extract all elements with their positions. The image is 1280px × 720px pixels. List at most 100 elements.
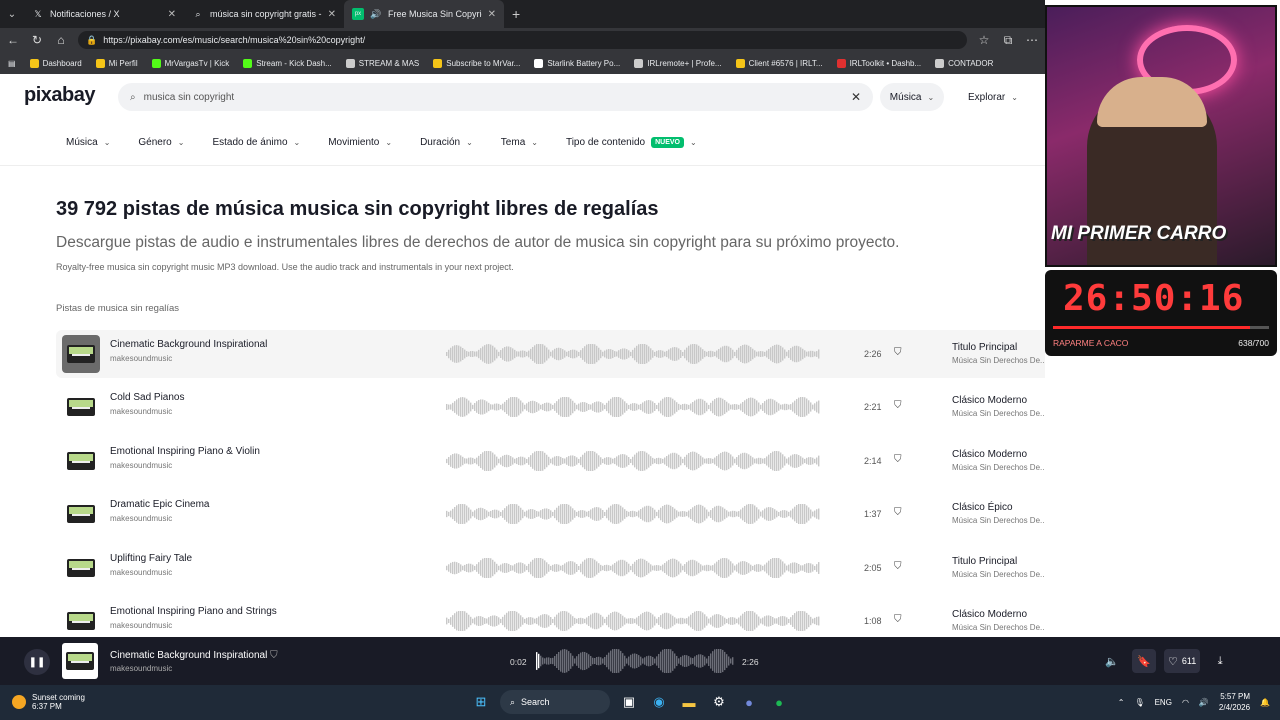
track-waveform[interactable] bbox=[446, 397, 821, 418]
track-subgenre[interactable]: Música Sin Derechos De... bbox=[952, 409, 1045, 418]
bookmark-item[interactable]: Starlink Battery Po... bbox=[534, 58, 620, 68]
track-genre[interactable]: Clásico Moderno bbox=[952, 395, 1045, 406]
bookmark-item[interactable]: CONTADOR bbox=[935, 58, 993, 68]
track-genre[interactable]: Clásico Épico bbox=[952, 502, 1045, 513]
track-title[interactable]: Emotional Inspiring Piano & Violin bbox=[110, 446, 260, 457]
track-waveform[interactable] bbox=[446, 344, 821, 364]
track-author[interactable]: makesoundmusic bbox=[110, 461, 260, 470]
pixabay-logo[interactable]: pixabay bbox=[24, 84, 95, 107]
track-genre[interactable]: Titulo Principal bbox=[952, 556, 1045, 567]
tab-list-icon[interactable]: ⌄ bbox=[0, 9, 24, 20]
track-waveform[interactable] bbox=[446, 557, 821, 578]
track-play-button[interactable] bbox=[62, 602, 100, 637]
track-row[interactable]: Emotional Inspiring Piano & Violin makeso… bbox=[56, 437, 1045, 485]
explore-menu[interactable]: Explorar ⌄ bbox=[968, 83, 1018, 111]
back-icon[interactable]: ← bbox=[6, 33, 20, 47]
bookmark-item[interactable]: Client #6576 | IRLT... bbox=[735, 58, 823, 68]
close-icon[interactable]: ✕ bbox=[168, 9, 176, 20]
url-field[interactable]: 🔒 https://pixabay.com/es/music/search/mu… bbox=[78, 31, 967, 49]
track-author[interactable]: makesoundmusic bbox=[110, 621, 277, 630]
taskbar-search[interactable]: ⌕ Search bbox=[500, 690, 610, 714]
volume-button[interactable]: 🔈 bbox=[1100, 649, 1124, 673]
track-row[interactable]: Cinematic Background Inspirational makeso… bbox=[56, 330, 1045, 378]
search-bar[interactable]: ⌕ musica sin copyright ✕ bbox=[118, 83, 873, 111]
bookmark-item[interactable]: IRLremote+ | Profe... bbox=[634, 58, 722, 68]
start-icon[interactable]: ⊞ bbox=[470, 691, 492, 713]
filter-dropdown[interactable]: Estado de ánimo ⌄ bbox=[212, 137, 300, 148]
player-waveform[interactable] bbox=[536, 649, 734, 673]
chevron-up-icon[interactable]: ⌃ bbox=[1118, 698, 1125, 707]
bookmark-item[interactable]: MrVargasTv | Kick bbox=[151, 58, 229, 68]
bookmark-item[interactable]: IRLToolkit • Dashb... bbox=[836, 58, 921, 68]
filter-dropdown[interactable]: Tema ⌄ bbox=[501, 137, 538, 148]
discord-icon[interactable]: ● bbox=[738, 691, 760, 713]
bookmark-item[interactable]: Dashboard bbox=[29, 58, 82, 68]
tab-search[interactable]: ⌕ música sin copyright gratis - Búsq ✕ bbox=[184, 0, 344, 28]
volume-icon[interactable]: 🔊 bbox=[1199, 698, 1209, 707]
star-icon[interactable]: ☆ bbox=[977, 33, 991, 47]
home-icon[interactable]: ⌂ bbox=[54, 33, 68, 47]
track-play-button[interactable] bbox=[62, 388, 100, 427]
bookmark-item[interactable]: STREAM & MAS bbox=[345, 58, 419, 68]
track-title[interactable]: Cold Sad Pianos bbox=[110, 392, 185, 403]
speaker-icon[interactable]: 🔊 bbox=[370, 8, 382, 20]
language-indicator[interactable]: ENG bbox=[1155, 698, 1172, 707]
track-row[interactable]: Cold Sad Pianos makesoundmusic 2:21 ⛉ Clásic… bbox=[56, 383, 1045, 431]
track-subgenre[interactable]: Música Sin Derechos De... bbox=[952, 623, 1045, 632]
folder-icon[interactable]: ▬ bbox=[678, 691, 700, 713]
task-view-icon[interactable]: ▣ bbox=[618, 691, 640, 713]
track-row[interactable]: Uplifting Fairy Tale makesoundmusic 2:05 ⛉ T… bbox=[56, 544, 1045, 592]
bookmark-item[interactable]: Stream - Kick Dash... bbox=[243, 58, 332, 68]
track-play-button[interactable] bbox=[62, 441, 100, 480]
track-row[interactable]: Dramatic Epic Cinema makesoundmusic 1:37 ⛉ C… bbox=[56, 490, 1045, 538]
track-author[interactable]: makesoundmusic bbox=[110, 568, 192, 577]
extensions-icon[interactable]: ⧉ bbox=[1001, 33, 1015, 48]
close-icon[interactable]: ✕ bbox=[488, 9, 496, 20]
settings-icon[interactable]: ⚙ bbox=[708, 691, 730, 713]
track-author[interactable]: makesoundmusic bbox=[110, 514, 209, 523]
track-subgenre[interactable]: Música Sin Derechos De... bbox=[952, 356, 1045, 365]
track-waveform[interactable] bbox=[446, 450, 821, 471]
weather-widget[interactable]: Sunset coming 6:37 PM bbox=[12, 693, 85, 711]
filter-dropdown[interactable]: Movimiento ⌄ bbox=[328, 137, 392, 148]
track-subgenre[interactable]: Música Sin Derechos De... bbox=[952, 570, 1045, 579]
track-title[interactable]: Dramatic Epic Cinema bbox=[110, 499, 209, 510]
bookmark-item[interactable]: Subscribe to MrVar... bbox=[433, 58, 520, 68]
search-input[interactable]: musica sin copyright bbox=[144, 92, 843, 103]
track-author[interactable]: makesoundmusic bbox=[110, 354, 267, 363]
track-title[interactable]: Cinematic Background Inspirational bbox=[110, 339, 267, 350]
track-play-button[interactable] bbox=[62, 335, 100, 373]
track-waveform[interactable] bbox=[446, 611, 821, 631]
track-subgenre[interactable]: Música Sin Derechos De... bbox=[952, 516, 1045, 525]
track-play-button[interactable] bbox=[62, 495, 100, 534]
filter-dropdown[interactable]: Duración ⌄ bbox=[420, 137, 473, 148]
track-title[interactable]: Emotional Inspiring Piano and Strings bbox=[110, 606, 277, 617]
filter-dropdown[interactable]: Música ⌄ bbox=[66, 137, 110, 148]
player-title[interactable]: Cinematic Background Inspirational ⛉ bbox=[110, 650, 278, 661]
track-play-button[interactable] bbox=[62, 548, 100, 587]
wifi-icon[interactable]: ◠ bbox=[1182, 698, 1189, 707]
notification-icon[interactable]: 🔔 bbox=[1260, 698, 1270, 707]
track-waveform[interactable] bbox=[446, 504, 821, 525]
filter-dropdown[interactable]: Tipo de contenido NUEVO ⌄ bbox=[566, 137, 697, 148]
track-genre[interactable]: Titulo Principal bbox=[952, 342, 1045, 353]
mic-icon[interactable]: 🎙 bbox=[1134, 698, 1144, 707]
new-tab-icon[interactable]: + bbox=[512, 6, 520, 22]
reload-icon[interactable]: ↻ bbox=[30, 33, 44, 47]
tab-pixabay[interactable]: px 🔊 Free Musica Sin Copyright M ✕ bbox=[344, 0, 504, 28]
close-icon[interactable]: ✕ bbox=[328, 9, 336, 20]
like-button[interactable]: ♡ 611 bbox=[1164, 649, 1201, 673]
clear-icon[interactable]: ✕ bbox=[851, 90, 861, 104]
clock[interactable]: 5:57 PM 2/4/2026 bbox=[1219, 691, 1250, 713]
edge-icon[interactable]: ◉ bbox=[648, 691, 670, 713]
download-button[interactable]: ⤓ bbox=[1208, 649, 1232, 673]
bookmark-item[interactable]: Mi Perfil bbox=[95, 58, 138, 68]
player-author[interactable]: makesoundmusic bbox=[110, 664, 172, 673]
pause-button[interactable]: ❚❚ bbox=[24, 649, 50, 675]
track-genre[interactable]: Clásico Moderno bbox=[952, 609, 1045, 620]
filter-dropdown[interactable]: Género ⌄ bbox=[138, 137, 184, 148]
track-row[interactable]: Emotional Inspiring Piano and Strings mak… bbox=[56, 597, 1045, 637]
track-genre[interactable]: Clásico Moderno bbox=[952, 449, 1045, 460]
apps-icon[interactable]: ▤ bbox=[8, 59, 16, 68]
spotify-icon[interactable]: ● bbox=[768, 691, 790, 713]
